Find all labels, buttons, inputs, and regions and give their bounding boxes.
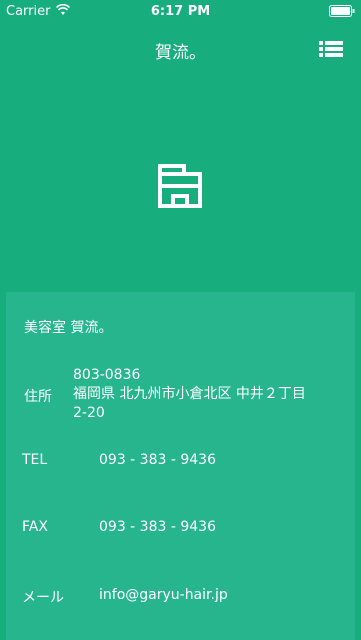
tel-value[interactable]: 093 - 383 - 9436 <box>99 452 216 468</box>
fax-label: FAX <box>22 519 48 535</box>
page-title: 賀流。 <box>155 43 206 63</box>
address-value: 803-0836 福岡県 北九州市小倉北区 中井２丁目 2-20 <box>73 366 306 423</box>
tel-label: TEL <box>22 452 48 468</box>
email-label: メール <box>22 590 64 606</box>
shop-name: 美容室 賀流。 <box>24 320 113 336</box>
address-label: 住所 <box>24 389 52 405</box>
email-value[interactable]: info@garyu-hair.jp <box>99 587 228 603</box>
fax-value: 093 - 383 - 9436 <box>99 519 216 535</box>
battery-icon <box>329 5 355 17</box>
status-bar: Carrier 6:17 PM <box>0 0 361 22</box>
shop-info-card: 美容室 賀流。 住所 803-0836 福岡県 北九州市小倉北区 中井２丁目 2… <box>6 292 355 640</box>
status-time: 6:17 PM <box>150 4 211 19</box>
address-line-1: 福岡県 北九州市小倉北区 中井２丁目 <box>73 386 306 402</box>
storefront-icon <box>158 164 202 208</box>
postal-code: 803-0836 <box>73 367 141 383</box>
address-line-2: 2-20 <box>73 405 105 421</box>
navigation-bar: 賀流。 <box>0 22 361 72</box>
list-icon[interactable] <box>319 40 343 58</box>
